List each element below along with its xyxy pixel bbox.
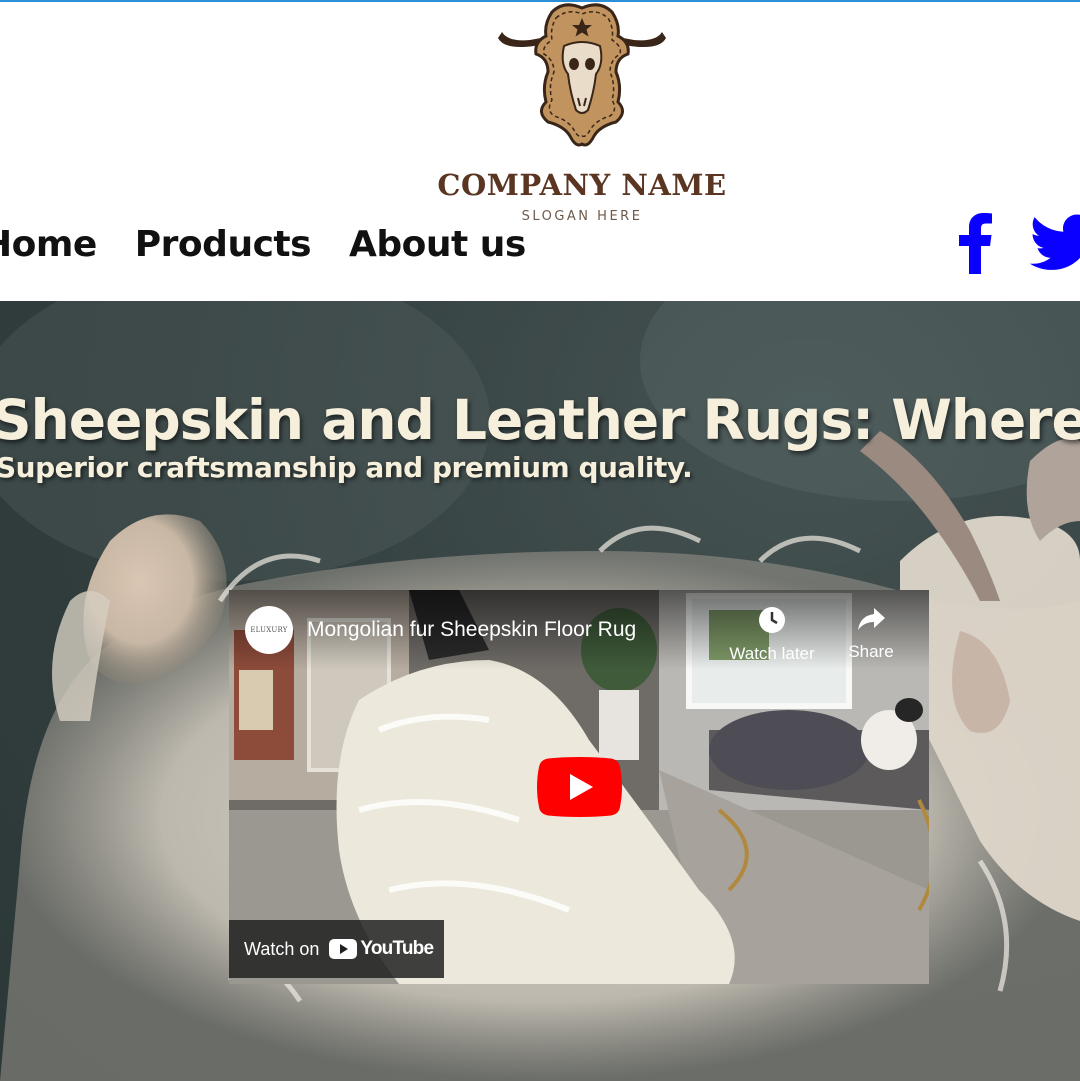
channel-avatar[interactable]: ELUXURY <box>245 606 293 654</box>
twitter-link[interactable] <box>1029 214 1080 272</box>
watch-on-youtube-button[interactable]: Watch on YouTube <box>229 920 444 978</box>
company-logo[interactable]: COMPANY NAME SLOGAN HERE <box>436 2 728 234</box>
share-button[interactable]: Share <box>821 606 921 662</box>
watch-later-button[interactable]: Watch later <box>722 606 822 664</box>
youtube-logo: YouTube <box>329 938 434 960</box>
clock-icon <box>759 607 785 633</box>
youtube-icon <box>329 939 358 959</box>
facebook-icon <box>959 213 992 274</box>
share-arrow-icon <box>858 608 885 630</box>
watch-later-label: Watch later <box>729 644 815 663</box>
share-label: Share <box>848 642 894 661</box>
twitter-icon <box>1029 214 1080 270</box>
watch-on-label: Watch on <box>244 938 320 959</box>
video-title[interactable]: Mongolian fur Sheepskin Floor Rug <box>307 618 636 642</box>
main-nav: Home Products About us <box>0 216 526 272</box>
nav-products[interactable]: Products <box>135 224 312 265</box>
play-button[interactable] <box>537 757 622 817</box>
site-header: COMPANY NAME SLOGAN HERE Home Products A… <box>0 2 1080 301</box>
channel-name: ELUXURY <box>250 626 288 634</box>
youtube-wordmark: YouTube <box>360 938 434 959</box>
leather-bull-skull-icon <box>498 3 666 147</box>
nav-about-us[interactable]: About us <box>349 224 526 265</box>
youtube-video-embed[interactable]: ELUXURY Mongolian fur Sheepskin Floor Ru… <box>229 590 929 984</box>
hero-title: Sheepskin and Leather Rugs: Where Elegan… <box>0 387 1080 452</box>
hero-section: Sheepskin and Leather Rugs: Where Elegan… <box>0 301 1080 1081</box>
company-name: COMPANY NAME <box>437 168 727 202</box>
facebook-link[interactable] <box>955 210 995 274</box>
nav-home[interactable]: Home <box>0 224 97 265</box>
hero-subtitle: Superior craftsmanship and premium quali… <box>0 451 693 484</box>
